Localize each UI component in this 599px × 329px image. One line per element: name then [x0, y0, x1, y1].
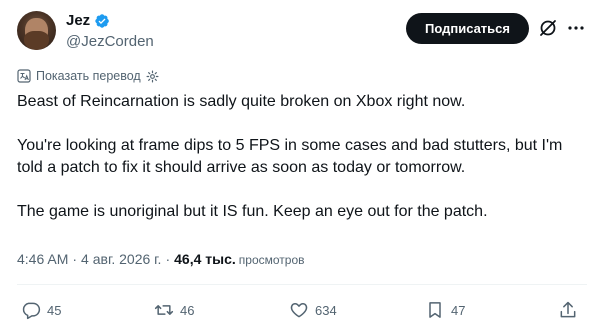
grok-icon: [540, 20, 556, 36]
more-button[interactable]: [566, 17, 586, 39]
meta-separator: ·: [165, 251, 171, 267]
heart-icon: [290, 303, 308, 318]
views-count: 46,4 тыс.: [174, 251, 236, 267]
tweet-paragraph: Beast of Reincarnation is sadly quite br…: [17, 93, 466, 110]
share-icon: [560, 301, 576, 318]
tweet-date[interactable]: 4 авг. 2026 г.: [81, 251, 161, 267]
like-count: 634: [315, 302, 337, 318]
bookmark-button[interactable]: 47: [425, 296, 465, 324]
repost-count: 46: [180, 302, 195, 318]
bookmark-icon: [429, 302, 441, 318]
bookmark-count: 47: [451, 302, 466, 318]
follow-button[interactable]: Подписаться: [406, 13, 529, 44]
verified-badge-icon: [95, 13, 110, 28]
avatar-beard: [24, 31, 49, 50]
author-name[interactable]: Jez: [66, 12, 90, 29]
tweet-text: Beast of Reincarnation is sadly quite br…: [17, 91, 587, 223]
reply-count: 45: [47, 302, 62, 318]
divider: [17, 284, 587, 285]
author-handle[interactable]: @JezCorden: [66, 33, 154, 50]
translate-icon: [17, 69, 31, 83]
meta-separator: ·: [72, 251, 78, 267]
grok-button[interactable]: [538, 17, 558, 39]
tweet-time[interactable]: 4:46 AM: [17, 251, 68, 267]
like-button[interactable]: 634: [289, 296, 337, 324]
translate-label[interactable]: Показать перевод: [36, 69, 141, 83]
author-name-row: Jez: [66, 12, 110, 29]
more-icon: [568, 26, 584, 30]
avatar[interactable]: [17, 11, 56, 50]
tweet-paragraph: The game is unoriginal but it IS fun. Ke…: [17, 203, 488, 220]
action-bar: 45 46 634 47: [0, 296, 599, 324]
views-label: просмотров: [238, 253, 305, 267]
share-button[interactable]: [558, 296, 578, 324]
settings-gear-icon[interactable]: [146, 70, 159, 83]
reply-icon: [22, 302, 41, 320]
tweet-paragraph: You're looking at frame dips to 5 FPS in…: [17, 137, 563, 176]
repost-button[interactable]: 46: [154, 296, 194, 324]
translate-link[interactable]: Показать перевод: [17, 69, 159, 83]
repost-icon: [154, 305, 174, 315]
tweet-meta: 4:46 AM · 4 авг. 2026 г. · 46,4 тыс. про…: [17, 251, 305, 267]
reply-button[interactable]: 45: [21, 296, 61, 324]
